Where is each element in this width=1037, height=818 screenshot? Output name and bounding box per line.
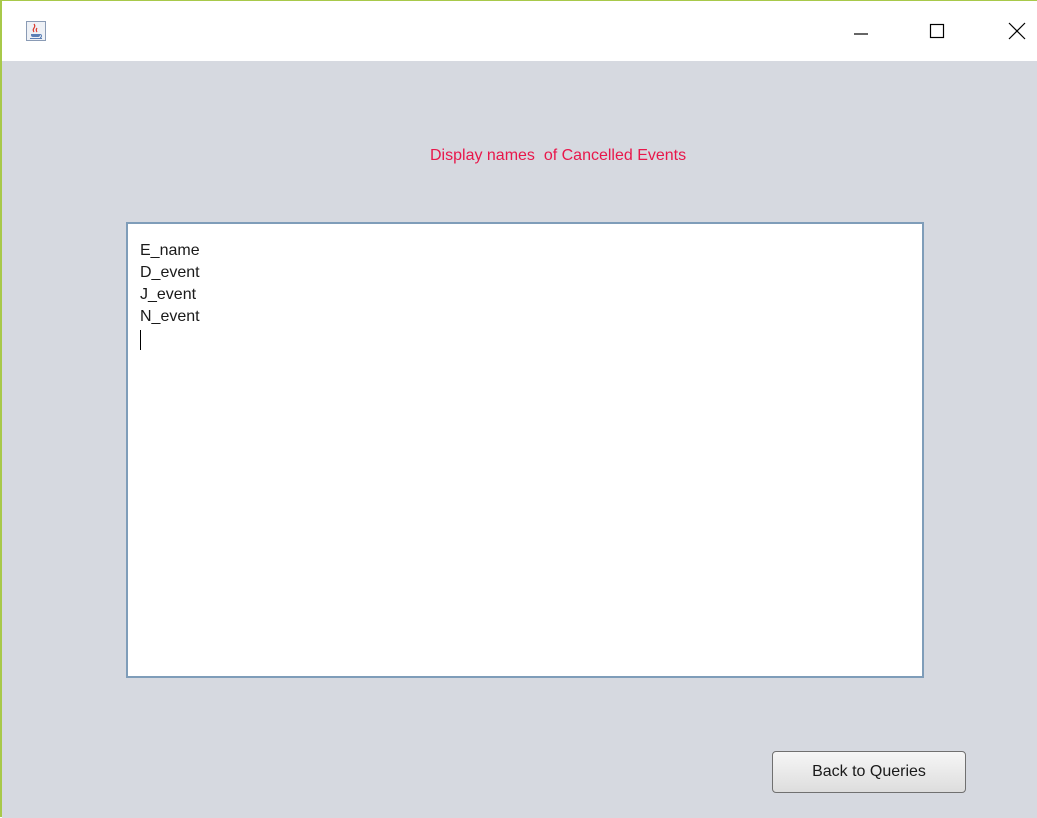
minimize-button[interactable]	[838, 13, 884, 53]
title-bar[interactable]	[2, 1, 1037, 61]
maximize-button[interactable]	[914, 13, 960, 53]
minimize-icon	[853, 23, 869, 44]
result-line: J_event	[140, 286, 197, 303]
results-text: E_name D_event J_event N_event	[140, 240, 200, 350]
back-to-queries-button[interactable]: Back to Queries	[772, 751, 966, 793]
result-line: E_name	[140, 242, 200, 259]
result-line: N_event	[140, 308, 200, 325]
maximize-icon	[929, 23, 945, 44]
java-coffee-cup-icon	[26, 21, 46, 41]
text-caret	[140, 330, 141, 350]
page-title: Display names of Cancelled Events	[430, 147, 687, 164]
result-line: D_event	[140, 264, 200, 281]
app-window: Display names of Cancelled Events E_name…	[0, 0, 1037, 818]
close-icon	[1008, 22, 1026, 45]
close-button[interactable]	[994, 13, 1037, 53]
results-text-area[interactable]: E_name D_event J_event N_event	[126, 222, 924, 678]
content-panel: Display names of Cancelled Events E_name…	[2, 61, 1037, 818]
